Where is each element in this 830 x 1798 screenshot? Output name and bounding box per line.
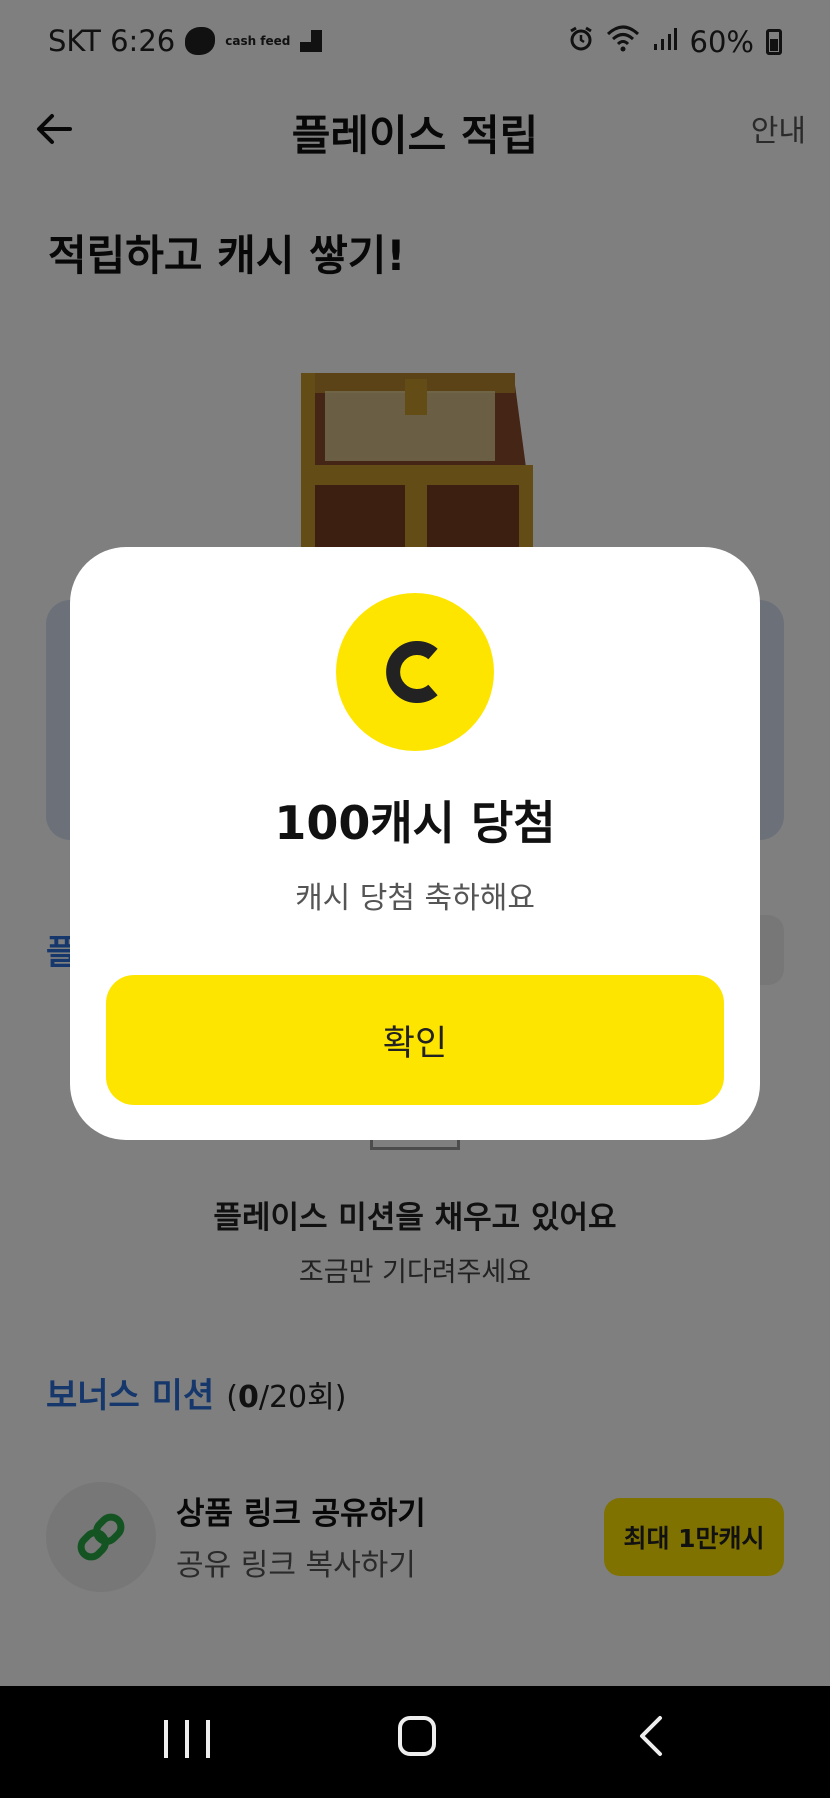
recents-button[interactable] bbox=[164, 1720, 210, 1758]
confirm-button[interactable]: 확인 bbox=[106, 975, 724, 1105]
system-nav-bar bbox=[0, 1686, 830, 1798]
cash-coin-icon bbox=[336, 593, 494, 751]
chevron-left-icon bbox=[640, 1716, 662, 1756]
app-screen: SKT 6:26 cash feed 60% 플레이스 적립 안내 적립하고 캐… bbox=[0, 0, 830, 1686]
modal-title: 100캐시 당첨 bbox=[274, 796, 556, 850]
modal-subtitle: 캐시 당첨 축하해요 bbox=[295, 881, 535, 916]
system-back-button[interactable] bbox=[632, 1714, 672, 1758]
reward-modal: 100캐시 당첨 캐시 당첨 축하해요 확인 bbox=[70, 547, 760, 1140]
home-button[interactable] bbox=[398, 1716, 436, 1756]
